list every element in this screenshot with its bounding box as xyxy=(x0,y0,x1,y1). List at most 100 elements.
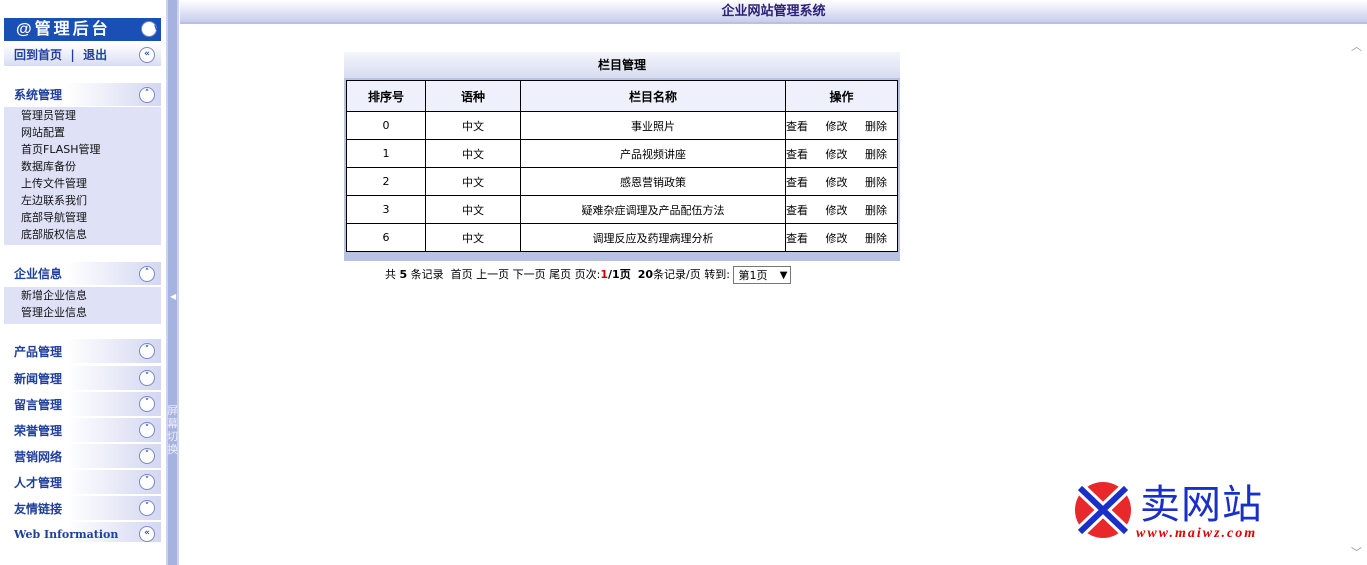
cell-order: 1 xyxy=(346,139,426,168)
section-header-links[interactable]: 友情链接 ˅ xyxy=(4,496,161,520)
menu-item[interactable]: 底部导航管理 xyxy=(21,209,161,226)
x-logo-icon xyxy=(1073,481,1133,539)
double-left-icon[interactable]: « xyxy=(139,526,155,542)
expand-down-icon[interactable]: ˅ xyxy=(139,370,155,386)
menu-item[interactable]: 数据库备份 xyxy=(21,158,161,175)
last-page-link[interactable]: 尾页 xyxy=(549,268,571,281)
first-page-link[interactable]: 首页 xyxy=(451,268,473,281)
cell-language: 中文 xyxy=(425,111,521,140)
collapse-all-icon[interactable]: ˅ xyxy=(141,21,159,37)
prev-page-link[interactable]: 上一页 xyxy=(476,268,509,281)
collapse-up-icon[interactable]: ˄ xyxy=(139,266,155,282)
view-link[interactable]: 查看 xyxy=(786,202,808,218)
splitter-bar xyxy=(168,0,177,565)
goto-label: 转到: xyxy=(704,268,730,281)
edit-link[interactable]: 修改 xyxy=(826,118,848,134)
next-page-link[interactable]: 下一页 xyxy=(513,268,546,281)
edit-link[interactable]: 修改 xyxy=(826,174,848,190)
menu-item[interactable]: 管理企业信息 xyxy=(21,304,161,321)
cell-name: 疑难杂症调理及产品配伍方法 xyxy=(520,195,786,224)
home-logout-row: 回到首页 | 退出 « xyxy=(4,44,161,66)
view-link[interactable]: 查看 xyxy=(786,146,808,162)
cell-actions: 查看 修改 删除 xyxy=(785,167,898,196)
panel-title: 栏目管理 xyxy=(344,52,900,78)
cell-name: 调理反应及药理病理分析 xyxy=(520,223,786,252)
expand-down-icon[interactable]: ˅ xyxy=(139,448,155,464)
section-title: Web Information xyxy=(14,528,119,541)
cell-name: 产品视频讲座 xyxy=(520,139,786,168)
separator: | xyxy=(70,48,75,62)
section-header-marketing[interactable]: 营销网络 ˅ xyxy=(4,444,161,468)
section-title: 营销网络 xyxy=(14,450,63,464)
section-title: 荣誉管理 xyxy=(14,424,63,438)
category-table: 排序号 语种 栏目名称 操作 0 中文 事业照片 查看 修改 删除 1 中文 产… xyxy=(346,80,898,252)
expand-down-icon[interactable]: ˅ xyxy=(139,500,155,516)
screen-toggle-label[interactable]: 屏幕切换 xyxy=(167,404,179,456)
section-header-web-info[interactable]: Web Information « xyxy=(4,522,161,542)
menu-item[interactable]: 管理员管理 xyxy=(21,107,161,124)
edit-link[interactable]: 修改 xyxy=(826,202,848,218)
table-row: 0 中文 事业照片 查看 修改 删除 xyxy=(346,111,898,140)
delete-link[interactable]: 删除 xyxy=(865,146,887,162)
watermark-logo: 卖网站 www.maiwz.com xyxy=(1070,470,1360,550)
current-page: 1 xyxy=(600,268,609,281)
delete-link[interactable]: 删除 xyxy=(865,118,887,134)
col-actions: 操作 xyxy=(785,80,898,112)
col-order: 排序号 xyxy=(346,80,426,112)
chevron-up-icon[interactable]: ︿ xyxy=(1351,38,1362,54)
expand-down-icon[interactable]: ˅ xyxy=(139,396,155,412)
cell-language: 中文 xyxy=(425,139,521,168)
brand-title: @管理后台 xyxy=(16,21,111,38)
collapse-up-icon[interactable]: ˄ xyxy=(139,87,155,103)
section-title: 产品管理 xyxy=(14,345,63,359)
section-title: 系统管理 xyxy=(14,88,63,102)
home-link[interactable]: 回到首页 xyxy=(14,48,62,62)
view-link[interactable]: 查看 xyxy=(786,174,808,190)
total-suffix: 条记录 xyxy=(410,268,444,281)
section-header-products[interactable]: 产品管理 ˅ xyxy=(4,339,161,363)
menu-item[interactable]: 上传文件管理 xyxy=(21,175,161,192)
view-link[interactable]: 查看 xyxy=(786,118,808,134)
edit-link[interactable]: 修改 xyxy=(826,146,848,162)
expand-down-icon[interactable]: ˅ xyxy=(139,422,155,438)
section-header-news[interactable]: 新闻管理 ˅ xyxy=(4,366,161,390)
expand-down-icon[interactable]: ˅ xyxy=(139,474,155,490)
section-title: 友情链接 xyxy=(14,502,63,516)
section-header-talent[interactable]: 人才管理 ˅ xyxy=(4,470,161,494)
caret-left-icon[interactable]: ◀ xyxy=(170,292,176,301)
menu-item[interactable]: 网站配置 xyxy=(21,124,161,141)
expand-down-icon[interactable]: ˅ xyxy=(139,343,155,359)
total-count: 5 xyxy=(399,268,408,281)
section-header-honors[interactable]: 荣誉管理 ˅ xyxy=(4,418,161,442)
cell-order: 0 xyxy=(346,111,426,140)
delete-link[interactable]: 删除 xyxy=(865,230,887,246)
logout-link[interactable]: 退出 xyxy=(83,48,107,62)
delete-link[interactable]: 删除 xyxy=(865,174,887,190)
cell-language: 中文 xyxy=(425,195,521,224)
section-header-system[interactable]: 系统管理 ˄ xyxy=(4,83,161,106)
view-link[interactable]: 查看 xyxy=(786,230,808,246)
cell-name: 感恩营销政策 xyxy=(520,167,786,196)
section-header-company[interactable]: 企业信息 ˄ xyxy=(4,262,161,285)
col-name: 栏目名称 xyxy=(520,80,786,112)
section-title: 人才管理 xyxy=(14,476,63,490)
screen-toggle-splitter[interactable]: ◀ 屏幕切换 xyxy=(166,0,179,565)
page-info-label: 页次: xyxy=(574,268,601,281)
cell-order: 3 xyxy=(346,195,426,224)
total-prefix: 共 xyxy=(385,268,396,281)
double-left-icon[interactable]: « xyxy=(139,47,155,63)
menu-item[interactable]: 新增企业信息 xyxy=(21,287,161,304)
menu-item[interactable]: 底部版权信息 xyxy=(21,226,161,243)
menu-item[interactable]: 首页FLASH管理 xyxy=(21,141,161,158)
table-row: 2 中文 感恩营销政策 查看 修改 删除 xyxy=(346,167,898,196)
delete-link[interactable]: 删除 xyxy=(865,202,887,218)
menu-item[interactable]: 左边联系我们 xyxy=(21,192,161,209)
per-page-count: 20 xyxy=(637,268,654,281)
chevron-down-icon: ▼ xyxy=(779,270,788,281)
section-title: 留言管理 xyxy=(14,398,63,412)
cell-actions: 查看 修改 删除 xyxy=(785,223,898,252)
admin-brand: @管理后台 ˅ xyxy=(4,18,161,41)
edit-link[interactable]: 修改 xyxy=(826,230,848,246)
section-header-messages[interactable]: 留言管理 ˅ xyxy=(4,392,161,416)
goto-page-select[interactable]: 第1页 ▼ xyxy=(733,266,792,284)
